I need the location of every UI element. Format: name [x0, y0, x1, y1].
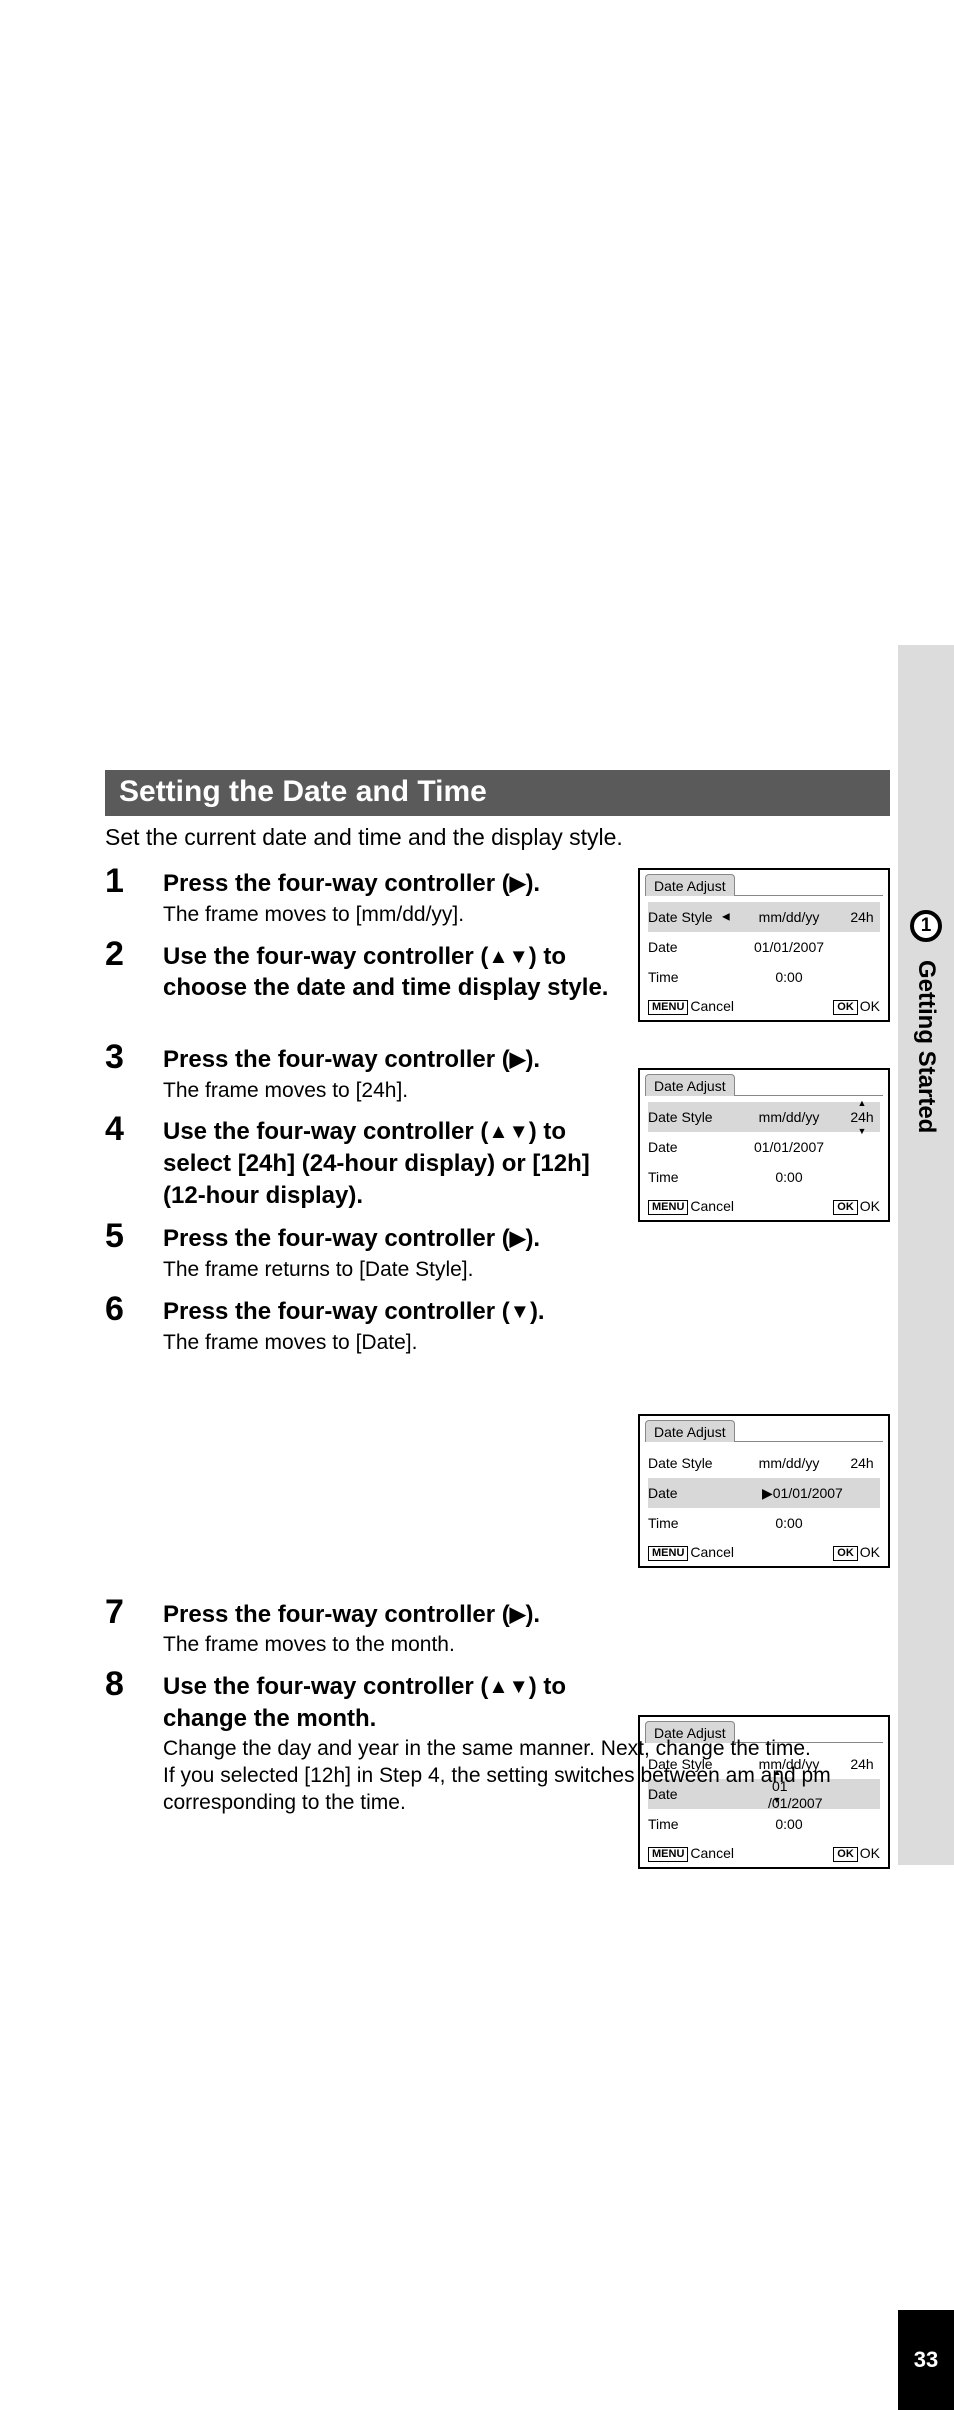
step-number: 5 [105, 1217, 124, 1256]
chapter-number-circle: 1 [910, 910, 942, 942]
step-number: 6 [105, 1290, 124, 1329]
up-triangle-icon: ▲ [488, 1119, 508, 1146]
step-subtext: The frame moves to [24h]. [163, 1078, 620, 1105]
right-triangle-icon: ▶ [510, 1226, 526, 1253]
page-number-block: 33 [898, 2310, 954, 2410]
down-triangle-icon: ▼ [510, 1299, 530, 1326]
down-triangle-icon: ▼ [509, 944, 529, 971]
page-number: 33 [914, 2347, 938, 2373]
step-title: Use the four-way controller (▲▼) to choo… [163, 941, 620, 1004]
down-triangle-icon: ▼ [509, 1674, 529, 1701]
step-subtext: Change the day and year in the same mann… [163, 1736, 890, 1817]
step-number: 8 [105, 1665, 124, 1704]
step-title: Press the four-way controller (▶). [163, 1223, 620, 1255]
section-intro: Set the current date and time and the di… [105, 824, 890, 851]
step-3: 3 Press the four-way controller (▶). The… [105, 1044, 890, 1105]
step-6: 6 Press the four-way controller (▼). The… [105, 1296, 890, 1357]
step-title: Use the four-way controller (▲▼) to chan… [163, 1671, 620, 1734]
step-title: Press the four-way controller (▶). [163, 1599, 620, 1631]
up-triangle-icon: ▲ [488, 944, 508, 971]
down-triangle-icon: ▼ [509, 1119, 529, 1146]
step-subtext: The frame moves to the month. [163, 1632, 620, 1659]
lcd-footer: MENUCancel OKOK [640, 1839, 888, 1867]
chapter-number: 1 [921, 915, 932, 937]
step-title: Press the four-way controller (▼). [163, 1296, 620, 1328]
right-triangle-icon: ▶ [510, 871, 526, 898]
content-area: Setting the Date and Time Set the curren… [105, 770, 890, 869]
step-7: 7 Press the four-way controller (▶). The… [105, 1599, 890, 1660]
step-number: 3 [105, 1038, 124, 1077]
step-2: 2 Use the four-way controller (▲▼) to ch… [105, 941, 890, 1004]
step-title: Use the four-way controller (▲▼) to sele… [163, 1116, 620, 1211]
section-heading: Setting the Date and Time [105, 770, 890, 816]
ok-hint: OKOK [833, 1845, 880, 1862]
step-4: 4 Use the four-way controller (▲▼) to se… [105, 1116, 890, 1211]
cancel-hint: MENUCancel [648, 1845, 734, 1862]
manual-page: 1 Getting Started 33 Setting the Date an… [0, 0, 954, 2363]
step-title: Press the four-way controller (▶). [163, 1044, 620, 1076]
step-number: 1 [105, 862, 124, 901]
step-8: 8 Use the four-way controller (▲▼) to ch… [105, 1671, 890, 1817]
step-1: 1 Press the four-way controller (▶). The… [105, 868, 890, 929]
steps-list: 1 Press the four-way controller (▶). The… [105, 868, 890, 1823]
ok-label: OK [860, 1845, 880, 1861]
chapter-title-vertical: Getting Started [912, 960, 940, 1133]
step-number: 4 [105, 1110, 124, 1149]
up-triangle-icon: ▲ [488, 1674, 508, 1701]
step-subtext: The frame moves to [Date]. [163, 1330, 620, 1357]
step-5: 5 Press the four-way controller (▶). The… [105, 1223, 890, 1284]
side-margin-gray [898, 645, 954, 1865]
ok-button-icon: OK [833, 1847, 858, 1862]
step-number: 7 [105, 1593, 124, 1632]
step-subtext: The frame moves to [mm/dd/yy]. [163, 902, 620, 929]
step-subtext: The frame returns to [Date Style]. [163, 1257, 620, 1284]
menu-button-icon: MENU [648, 1847, 688, 1862]
step-title: Press the four-way controller (▶). [163, 868, 620, 900]
cancel-label: Cancel [690, 1845, 734, 1861]
right-triangle-icon: ▶ [510, 1047, 526, 1074]
step-number: 2 [105, 935, 124, 974]
right-triangle-icon: ▶ [510, 1602, 526, 1629]
